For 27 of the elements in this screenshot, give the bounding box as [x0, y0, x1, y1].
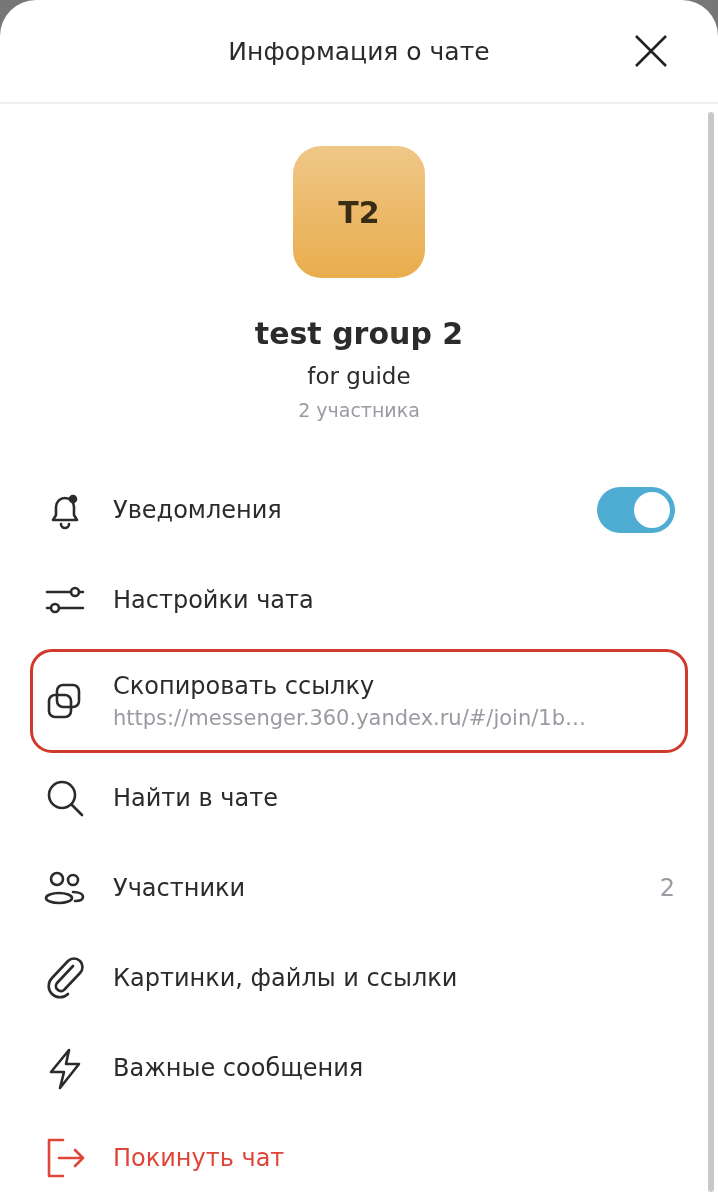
close-icon: [634, 34, 668, 68]
menu-item[interactable]: Найти в чате: [30, 753, 688, 843]
notifications-toggle[interactable]: [597, 487, 675, 533]
menu-label: Важные сообщения: [113, 1054, 365, 1082]
menu-label: Скопировать ссылку: [113, 672, 376, 700]
menu-item[interactable]: Важные сообщения: [30, 1023, 688, 1113]
menu-item[interactable]: Покинуть чат: [30, 1113, 688, 1200]
menu-label: Найти в чате: [113, 784, 279, 812]
menu-label: Покинуть чат: [113, 1144, 286, 1172]
menu-item[interactable]: Уведомления: [30, 465, 688, 555]
menu-label: Картинки, файлы и ссылки: [113, 964, 459, 992]
chat-name: test group 2: [254, 316, 464, 351]
menu-label: Настройки чата: [113, 586, 315, 614]
menu-label: Участники: [113, 874, 247, 902]
menu-item[interactable]: Картинки, файлы и ссылки: [30, 933, 688, 1023]
chat-avatar: T2: [293, 146, 425, 278]
close-button[interactable]: [634, 34, 668, 68]
scrollbar[interactable]: [708, 112, 714, 1192]
menu-item[interactable]: Скопировать ссылку https://messenger.360.yandex.ru/#/join/1b…: [30, 649, 688, 753]
member-count: 2 участника: [298, 399, 420, 421]
chat-description: for guide: [307, 363, 411, 389]
menu-item[interactable]: Настройки чата: [30, 555, 688, 645]
participant-count: 2: [659, 874, 675, 902]
invite-link: https://messenger.360.yandex.ru/#/join/1b…: [113, 706, 588, 730]
menu-label: Уведомления: [113, 496, 283, 524]
window-title: Информация о чате: [228, 36, 490, 66]
menu-item[interactable]: Участники 2: [30, 843, 688, 933]
